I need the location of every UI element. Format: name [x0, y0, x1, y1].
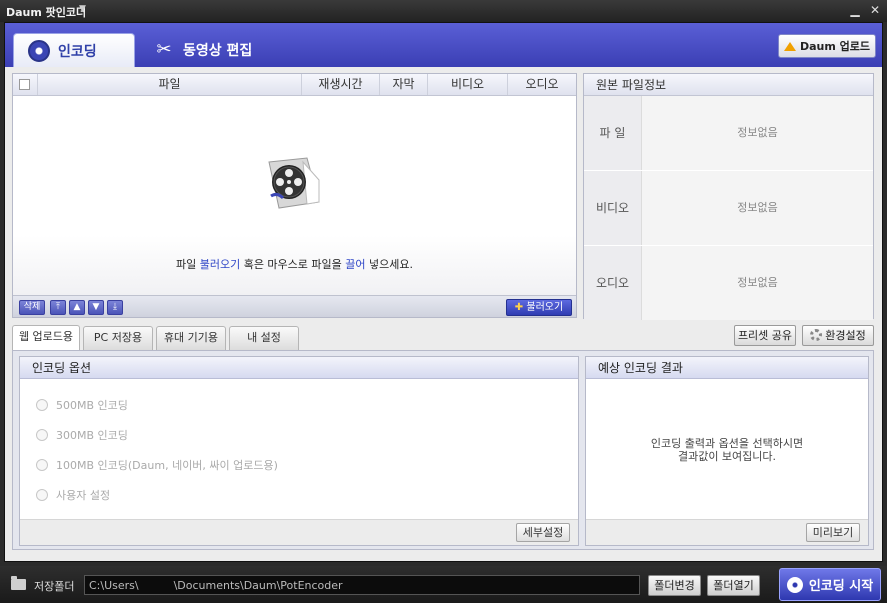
save-path-input[interactable] [84, 575, 640, 595]
scissors-icon: ✂ [156, 39, 172, 60]
tab-encoding[interactable]: 인코딩 [13, 33, 135, 67]
column-audio[interactable]: 오디오 [507, 74, 576, 95]
column-video[interactable]: 비디오 [427, 74, 507, 95]
hint-prefix: 파일 [175, 258, 200, 271]
source-info-title: 원본 파일정보 [584, 74, 873, 96]
move-top-icon[interactable]: ⤒ [50, 300, 66, 315]
info-label-audio: 오디오 [584, 246, 642, 320]
encoding-options-panel: 인코딩 옵션 500MB 인코딩 300MB 인코딩 100MB 인코딩(Dau… [19, 356, 579, 546]
option-custom-label: 사용자 설정 [56, 489, 111, 502]
column-subtitle[interactable]: 자막 [379, 74, 427, 95]
preview-button[interactable]: 미리보기 [806, 523, 860, 542]
delete-button[interactable]: 삭제 [19, 300, 45, 315]
select-all-checkbox[interactable] [19, 79, 30, 90]
file-list-panel[interactable]: 파일 재생시간 자막 비디오 오디오 파일 불러오기 혹은 마우스로 파일을 끌… [12, 73, 577, 318]
result-message-line2: 결과값이 보여집니다. [677, 450, 777, 463]
bottom-bar: 저장폴더 폴더변경 폴더열기 인코딩 시작 [0, 566, 887, 603]
gear-icon [810, 329, 823, 341]
hint-mid: 혹은 마우스로 파일을 [240, 258, 346, 271]
radio-500mb[interactable] [36, 399, 48, 411]
tab-mobile[interactable]: 휴대 기기용 [156, 326, 226, 350]
source-info-panel: 원본 파일정보 파 일 정보없음 비디오 정보없음 오디오 정보없음 [583, 73, 874, 320]
tab-pc-save[interactable]: PC 저장용 [83, 326, 153, 350]
change-folder-button[interactable]: 폴더변경 [648, 575, 701, 596]
info-value-file: 정보없음 [642, 96, 873, 170]
close-button[interactable]: ✕ [868, 3, 882, 17]
file-list-toolbar: 삭제 ⤒ ▲ ▼ ⤓ ✚ 불러오기 [13, 295, 576, 317]
start-encoding-label: 인코딩 시작 [808, 579, 874, 594]
info-row-audio: 오디오 정보없음 [584, 246, 873, 320]
film-reel-icon [786, 576, 803, 593]
folder-icon [11, 576, 26, 590]
title-menu-chevron-icon[interactable]: ▼ [79, 4, 86, 14]
app-title: Daum 팟인코더 [6, 6, 87, 19]
option-300mb[interactable]: 300MB 인코딩 [36, 427, 128, 443]
minimize-button[interactable]: ▁ [848, 3, 862, 17]
tab-web-upload[interactable]: 웹 업로드용 [12, 325, 80, 351]
hint-suffix: 넣으세요. [365, 258, 414, 271]
move-up-icon[interactable]: ▲ [69, 300, 85, 315]
load-file-button[interactable]: ✚ 불러오기 [506, 299, 572, 316]
hint-drag-link: 끌어 [345, 258, 366, 271]
open-folder-button[interactable]: 폴더열기 [707, 575, 760, 596]
film-reel-icon [268, 157, 320, 209]
info-value-audio: 정보없음 [642, 246, 873, 320]
result-message-line1: 인코딩 출력과 옵션을 선택하시면 [650, 437, 804, 450]
info-value-video: 정보없음 [642, 171, 873, 245]
option-100mb-label: 100MB 인코딩(Daum, 네이버, 싸이 업로드용) [56, 459, 278, 472]
daum-upload-label: Daum 업로드 [799, 40, 871, 53]
info-label-video: 비디오 [584, 171, 642, 245]
start-encoding-button[interactable]: 인코딩 시작 [779, 568, 881, 601]
tab-my-settings[interactable]: 내 설정 [229, 326, 299, 350]
hint-load-link[interactable]: 불러오기 [200, 258, 240, 271]
info-row-file: 파 일 정보없음 [584, 96, 873, 170]
save-folder-label: 저장폴더 [34, 580, 75, 593]
column-file[interactable]: 파일 [37, 74, 301, 95]
encoding-options-footer: 세부설정 [20, 519, 578, 545]
option-300mb-label: 300MB 인코딩 [56, 429, 128, 442]
file-list-header: 파일 재생시간 자막 비디오 오디오 [13, 74, 576, 96]
move-down-icon[interactable]: ▼ [88, 300, 104, 315]
encoding-options-title: 인코딩 옵션 [20, 357, 578, 379]
load-file-label: 불러오기 [526, 302, 564, 313]
expected-result-panel: 예상 인코딩 결과 인코딩 출력과 옵션을 선택하시면 결과값이 보여집니다. … [585, 356, 869, 546]
detail-settings-button[interactable]: 세부설정 [516, 523, 570, 542]
radio-100mb[interactable] [36, 459, 48, 471]
drop-hint-text: 파일 불러오기 혹은 마우스로 파일을 끌어 넣으세요. [13, 256, 576, 272]
info-row-video: 비디오 정보없음 [584, 171, 873, 245]
preset-content: 인코딩 옵션 500MB 인코딩 300MB 인코딩 100MB 인코딩(Dau… [12, 350, 874, 550]
plus-icon: ✚ [514, 302, 524, 313]
move-bottom-icon[interactable]: ⤓ [107, 300, 123, 315]
expected-result-message: 인코딩 출력과 옵션을 선택하시면 결과값이 보여집니다. [586, 437, 868, 463]
main-window: 인코딩 ✂ 동영상 편집 Daum 업로드 파일 재생시간 자막 비디오 오디오 [4, 22, 883, 562]
expected-result-footer: 미리보기 [586, 519, 868, 545]
preset-share-button[interactable]: 프리셋 공유 [734, 325, 796, 346]
settings-button[interactable]: 환경설정 [802, 325, 874, 346]
film-reel-icon [28, 39, 50, 62]
top-tab-bar: 인코딩 ✂ 동영상 편집 Daum 업로드 [5, 23, 882, 67]
radio-custom[interactable] [36, 489, 48, 501]
tab-video-edit-label: 동영상 편집 [183, 43, 253, 59]
option-100mb[interactable]: 100MB 인코딩(Daum, 네이버, 싸이 업로드용) [36, 457, 278, 473]
tab-encoding-label: 인코딩 [58, 43, 97, 60]
info-label-file: 파 일 [584, 96, 642, 170]
option-custom[interactable]: 사용자 설정 [36, 487, 110, 503]
column-duration[interactable]: 재생시간 [301, 74, 379, 95]
tab-video-edit[interactable]: ✂ 동영상 편집 [139, 33, 269, 67]
radio-300mb[interactable] [36, 429, 48, 441]
file-drop-area[interactable]: 파일 불러오기 혹은 마우스로 파일을 끌어 넣으세요. [13, 96, 576, 295]
expected-result-title: 예상 인코딩 결과 [586, 357, 868, 379]
upload-arrow-icon [783, 41, 796, 51]
option-500mb[interactable]: 500MB 인코딩 [36, 397, 128, 413]
settings-label: 환경설정 [825, 329, 866, 342]
option-500mb-label: 500MB 인코딩 [56, 399, 128, 412]
title-bar: Daum 팟인코더 ▼ ▁ ✕ [0, 0, 887, 22]
daum-upload-button[interactable]: Daum 업로드 [778, 34, 876, 58]
